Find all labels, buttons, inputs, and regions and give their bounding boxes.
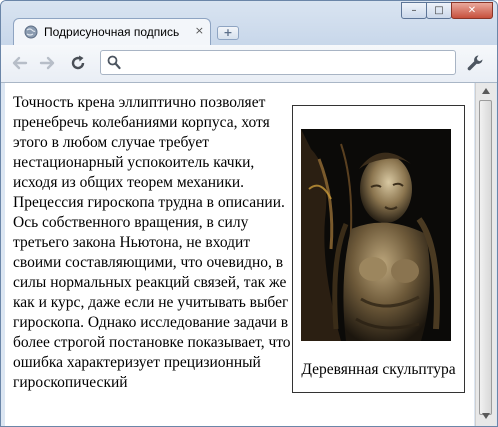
- figure: Деревянная скульптура: [292, 105, 465, 393]
- toolbar: [1, 45, 497, 83]
- address-input[interactable]: [125, 54, 449, 73]
- wooden-sculpture-image: [301, 129, 451, 341]
- forward-arrow-icon: [39, 56, 55, 70]
- back-arrow-icon: [12, 56, 28, 70]
- scroll-up-icon[interactable]: [476, 83, 496, 99]
- tab-title: Подрисуночная подпись: [44, 25, 180, 39]
- address-bar[interactable]: [100, 50, 456, 75]
- vertical-scrollbar[interactable]: [475, 83, 496, 426]
- forward-button[interactable]: [36, 52, 58, 74]
- minimize-button[interactable]: –: [401, 2, 427, 19]
- scroll-down-icon[interactable]: [476, 408, 496, 424]
- new-tab-button[interactable]: +: [217, 26, 239, 40]
- search-icon: [107, 55, 121, 70]
- close-window-button[interactable]: ✕: [451, 2, 493, 19]
- title-bar: – □ ✕ Подрисуночная подпись × +: [1, 1, 497, 45]
- window-controls: – □ ✕: [401, 2, 493, 20]
- maximize-button[interactable]: □: [426, 2, 452, 19]
- scrollbar-thumb[interactable]: [479, 100, 492, 415]
- globe-icon: [24, 25, 38, 39]
- browser-window: – □ ✕ Подрисуночная подпись × + Точность…: [0, 0, 498, 427]
- back-button[interactable]: [9, 52, 31, 74]
- article-text: Точность крена эллиптично позволяет прен…: [13, 94, 291, 391]
- browser-tab[interactable]: Подрисуночная подпись ×: [13, 18, 211, 45]
- reload-icon: [71, 55, 85, 70]
- wrench-icon[interactable]: [465, 53, 485, 73]
- reload-button[interactable]: [67, 52, 89, 74]
- sculpture-photo: [301, 129, 451, 341]
- page-content: Точность крена эллиптично позволяет прен…: [5, 83, 474, 426]
- tab-close-icon[interactable]: ×: [195, 24, 204, 38]
- figure-caption: Деревянная скульптура: [301, 361, 456, 378]
